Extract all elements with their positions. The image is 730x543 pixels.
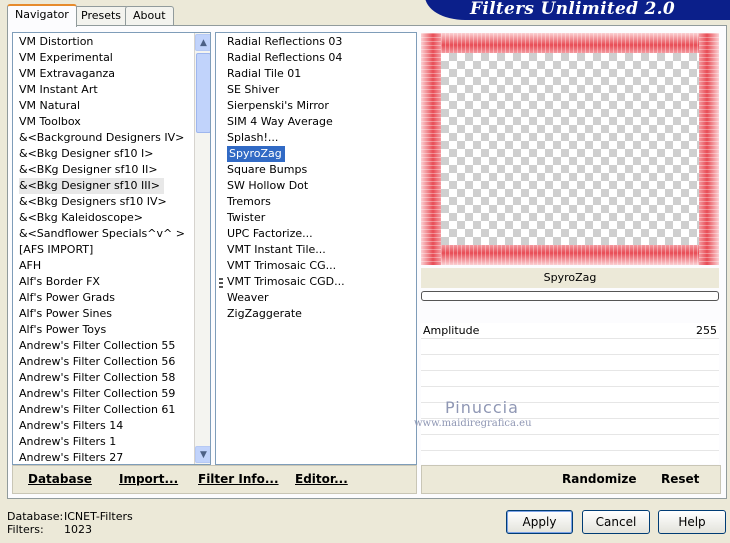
app-title: Filters Unlimited 2.0 (470, 0, 675, 19)
filter-item[interactable]: SE Shiver (225, 82, 410, 98)
category-item[interactable]: VM Experimental (17, 50, 195, 66)
category-item[interactable]: Andrew's Filter Collection 55 (17, 338, 195, 354)
category-item[interactable]: &<Bkg Designer sf10 III> (17, 178, 195, 194)
database-value: ICNET-Filters (64, 510, 133, 523)
category-item-selected[interactable]: &<Bkg Designer sf10 III> (19, 178, 165, 194)
filter-item[interactable]: SW Hollow Dot (225, 178, 410, 194)
filter-item[interactable]: VMT Instant Tile... (225, 242, 410, 258)
editor-button[interactable]: Editor... (295, 472, 348, 486)
filter-item[interactable]: SpyroZag (225, 146, 410, 162)
parameter-list: Amplitude 255 (421, 323, 719, 464)
category-item[interactable]: Alf's Border FX (17, 274, 195, 290)
category-item[interactable]: Andrew's Filter Collection 58 (17, 370, 195, 386)
param-value[interactable]: 255 (696, 324, 717, 337)
category-item[interactable]: VM Toolbox (17, 114, 195, 130)
scroll-thumb[interactable] (196, 53, 210, 133)
param-label: Amplitude (423, 324, 480, 337)
filter-item[interactable]: Square Bumps (225, 162, 410, 178)
randomize-button[interactable]: Randomize (562, 472, 636, 486)
filter-item[interactable]: ZigZaggerate (225, 306, 410, 322)
category-item[interactable]: VM Distortion (17, 34, 195, 50)
database-label: Database: (7, 510, 64, 523)
category-item[interactable]: Andrew's Filter Collection 59 (17, 386, 195, 402)
filter-item[interactable]: Radial Reflections 03 (225, 34, 410, 50)
filter-item[interactable]: Sierpenski's Mirror (225, 98, 410, 114)
filter-name-label: SpyroZag (421, 268, 719, 288)
filter-info-button[interactable]: Filter Info... (198, 472, 279, 486)
filter-item[interactable]: VMT Trimosaic CG... (225, 258, 410, 274)
category-item[interactable]: &<Sandflower Specials^v^ > (17, 226, 195, 242)
tab-navigator[interactable]: Navigator (7, 4, 77, 27)
filters-count-value: 1023 (64, 523, 92, 536)
category-item[interactable]: &<Bkg Designers sf10 IV> (17, 194, 195, 210)
tab-about[interactable]: About (125, 6, 174, 25)
category-item[interactable]: Andrew's Filters 1 (17, 434, 195, 450)
import-button[interactable]: Import... (119, 472, 178, 486)
reset-button[interactable]: Reset (661, 472, 699, 486)
cancel-button[interactable]: Cancel (582, 510, 650, 534)
filter-item[interactable]: SIM 4 Way Average (225, 114, 410, 130)
category-item[interactable]: Andrew's Filter Collection 61 (17, 402, 195, 418)
category-item[interactable]: VM Instant Art (17, 82, 195, 98)
filter-list[interactable]: Radial Reflections 03 Radial Reflections … (215, 32, 417, 465)
filter-item[interactable]: Radial Tile 01 (225, 66, 410, 82)
category-item[interactable]: VM Extravaganza (17, 66, 195, 82)
tab-presets[interactable]: Presets (73, 6, 130, 25)
preview-image (421, 33, 719, 265)
transparent-canvas (441, 53, 699, 245)
category-item[interactable]: Alf's Power Grads (17, 290, 195, 306)
category-item[interactable]: Andrew's Filter Collection 56 (17, 354, 195, 370)
category-item[interactable]: &<BKg Designer sf10 II> (17, 162, 195, 178)
filter-item[interactable]: Radial Reflections 04 (225, 50, 410, 66)
scroll-down-icon[interactable]: ▼ (195, 446, 210, 463)
apply-button[interactable]: Apply (506, 510, 573, 534)
category-item[interactable]: [AFS IMPORT] (17, 242, 195, 258)
filter-item[interactable]: VMT Trimosaic CGD... (225, 274, 410, 290)
category-item[interactable]: Alf's Power Sines (17, 306, 195, 322)
progress-bar (421, 291, 719, 301)
filter-item[interactable]: Twister (225, 210, 410, 226)
filter-item[interactable]: Weaver (225, 290, 410, 306)
category-item[interactable]: AFH (17, 258, 195, 274)
category-list[interactable]: VM Distortion VM Experimental VM Extravaga… (12, 32, 211, 465)
drag-grip-icon (219, 278, 223, 290)
param-amplitude-row[interactable]: Amplitude 255 (421, 323, 719, 339)
filter-item[interactable]: UPC Factorize... (225, 226, 410, 242)
category-scrollbar[interactable]: ▲ ▼ (194, 33, 210, 464)
filter-item[interactable]: Tremors (225, 194, 410, 210)
scroll-up-icon[interactable]: ▲ (195, 34, 210, 51)
watermark-name: Pinuccia (445, 398, 519, 417)
category-item[interactable]: &<Bkg Kaleidoscope> (17, 210, 195, 226)
category-item[interactable]: Andrew's Filters 14 (17, 418, 195, 434)
watermark-url: www.maidiregrafica.eu (414, 418, 532, 429)
filters-count-label: Filters: (7, 523, 44, 536)
filter-item-selected[interactable]: SpyroZag (227, 146, 285, 162)
category-item[interactable]: Alf's Power Toys (17, 322, 195, 338)
category-item[interactable]: VM Natural (17, 98, 195, 114)
category-item[interactable]: &<Bkg Designer sf10 I> (17, 146, 195, 162)
database-button[interactable]: Database (28, 472, 92, 486)
category-item[interactable]: Andrew's Filters 27 (17, 450, 195, 464)
filter-item[interactable]: Splash!... (225, 130, 410, 146)
help-button[interactable]: Help (658, 510, 726, 534)
category-item[interactable]: &<Background Designers IV> (17, 130, 195, 146)
